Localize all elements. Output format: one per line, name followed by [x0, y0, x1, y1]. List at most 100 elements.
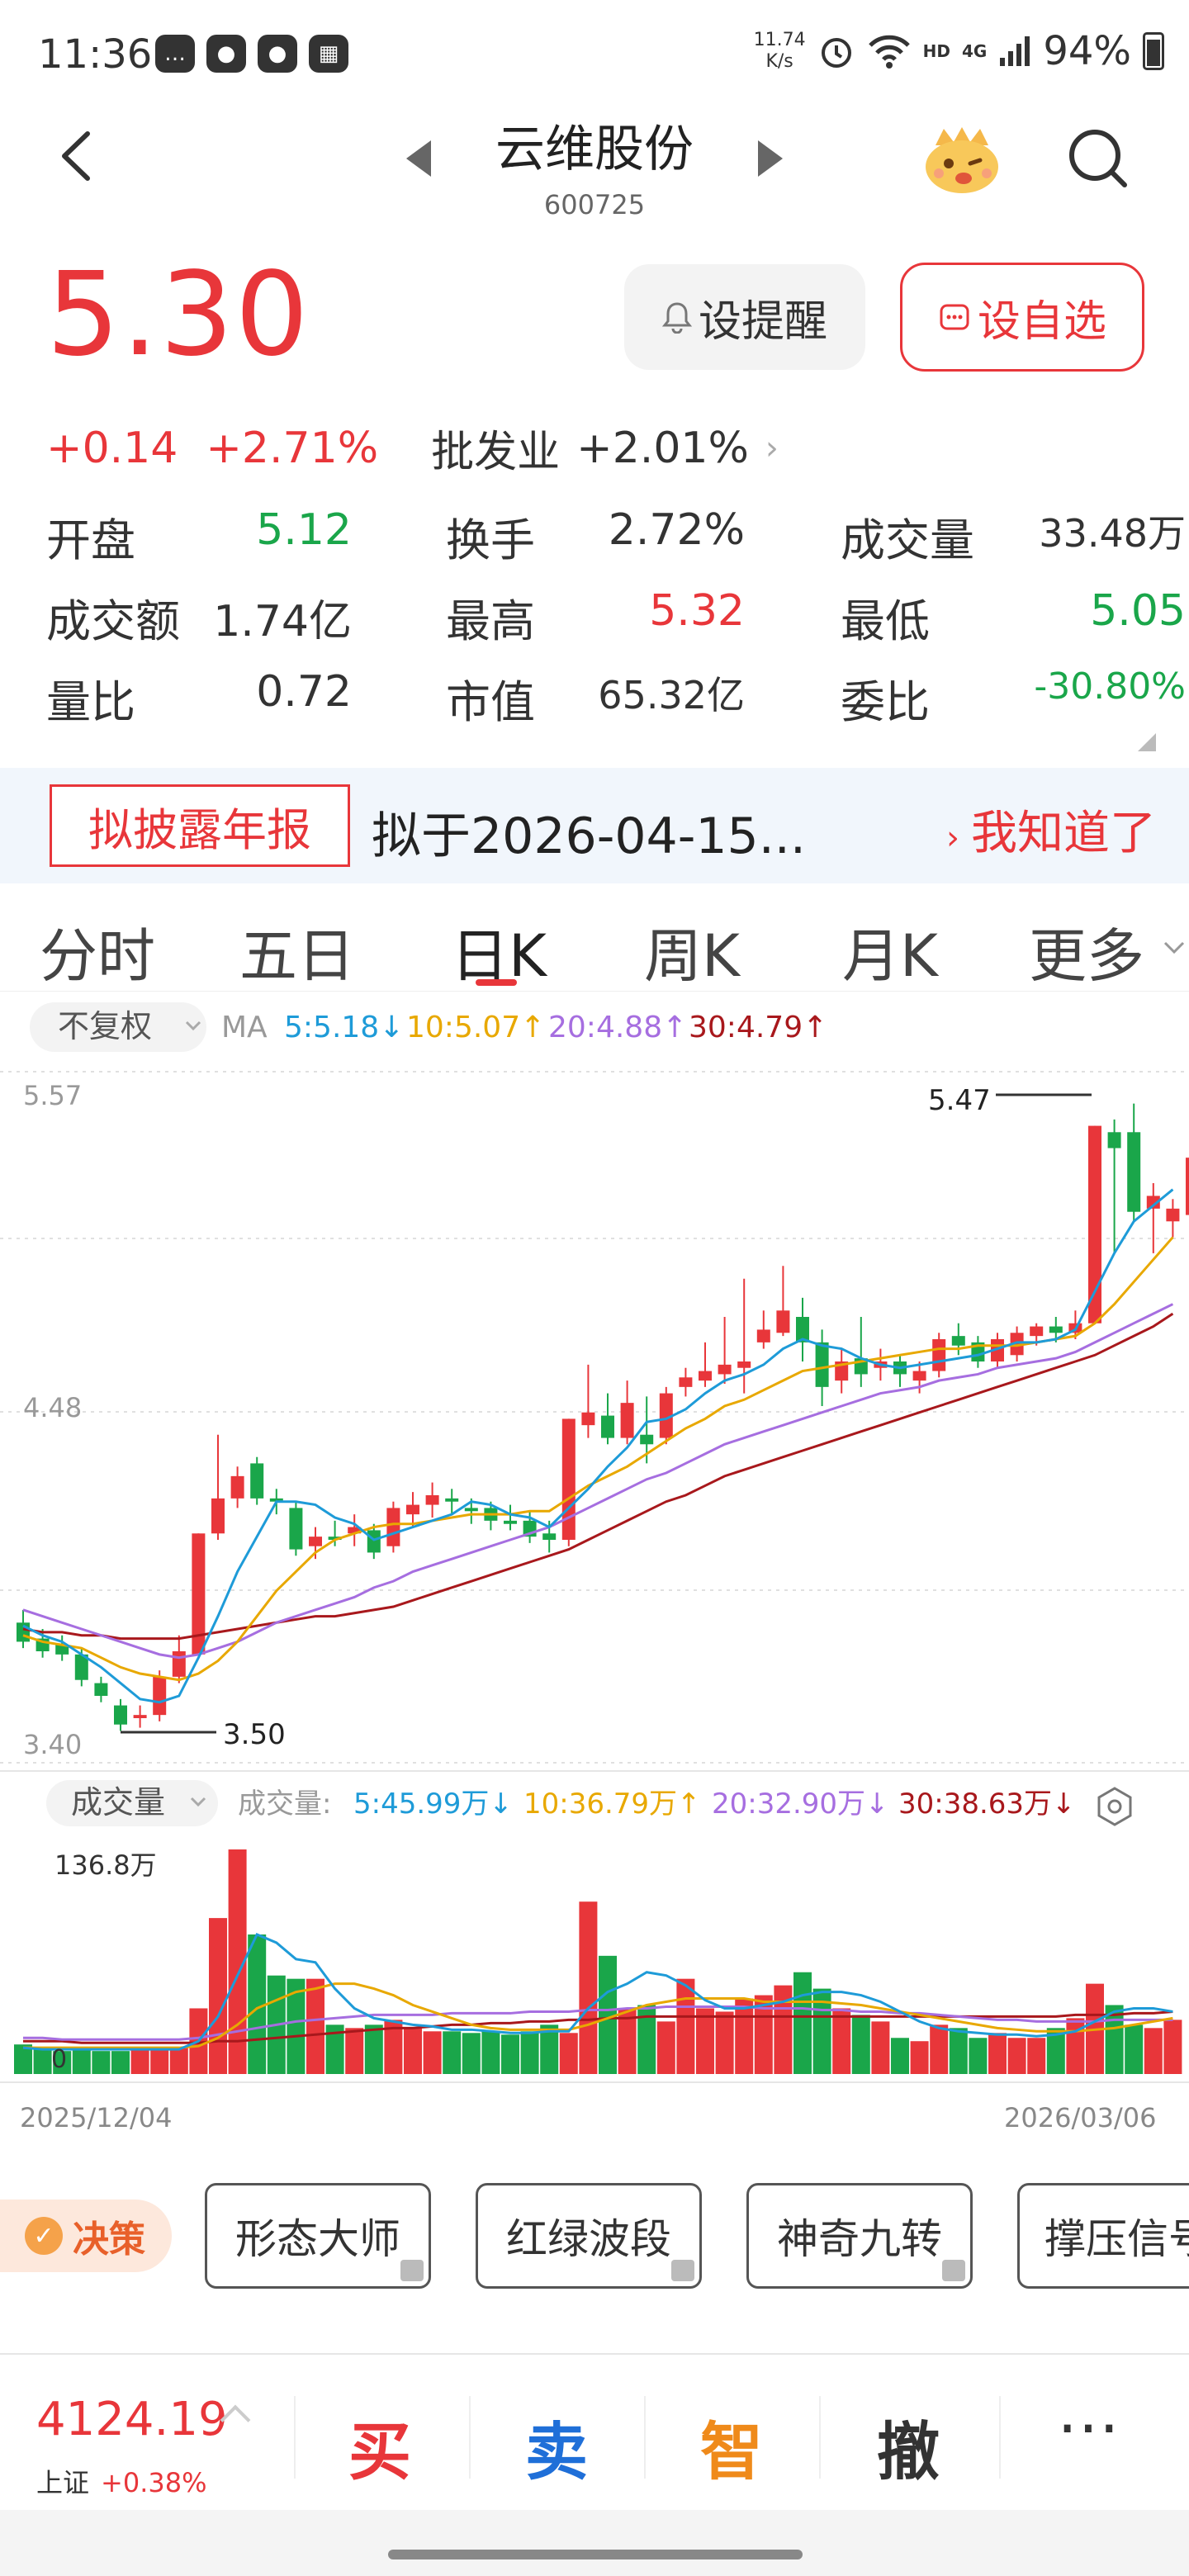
volume-bar — [404, 2028, 422, 2074]
add-favorite-button[interactable]: 设自选 — [900, 263, 1144, 372]
set-alert-button[interactable]: 设提醒 — [624, 264, 865, 370]
y-axis-bottom: 3.40 — [23, 1729, 82, 1760]
stats-row-2: 成交额 1.74亿 最高 5.32 最低 5.05 — [46, 585, 1186, 665]
sell-button[interactable]: 卖 — [525, 2401, 588, 2492]
hd-badge: HD — [922, 41, 950, 61]
volume-bar — [481, 2031, 500, 2074]
max-marker-label: 5.47 — [928, 1084, 991, 1117]
search-icon[interactable] — [1065, 125, 1131, 192]
candle — [951, 1336, 965, 1346]
stats-row-3: 量比 0.72 市值 65.32亿 委比 -30.80% — [46, 665, 1186, 746]
candle — [425, 1495, 439, 1505]
wechat-icon: ● — [206, 35, 246, 73]
tab-weekly-k[interactable]: 周K — [644, 910, 740, 993]
candle — [815, 1342, 829, 1387]
strategy-support-resistance[interactable]: 撑压信号 — [1017, 2183, 1189, 2289]
tab-more[interactable]: 更多 — [1029, 910, 1144, 993]
min-marker-label: 3.50 — [223, 1718, 286, 1751]
candle — [601, 1415, 614, 1438]
strategy-pattern-master[interactable]: 形态大师 — [205, 2183, 431, 2289]
chevron-down-icon[interactable] — [1163, 940, 1186, 956]
candle — [756, 1329, 770, 1342]
decision-button[interactable]: ✓ 决策 — [0, 2200, 172, 2272]
candle — [172, 1651, 186, 1677]
candle — [581, 1412, 595, 1426]
banner-dismiss-button[interactable]: › 我知道了 — [946, 796, 1156, 863]
volume-bar — [520, 2031, 539, 2074]
candle — [640, 1434, 654, 1445]
banner-text[interactable]: 拟于2026-04-15... — [372, 796, 806, 868]
strategy-red-green-wave[interactable]: 红绿波段 — [476, 2183, 702, 2289]
amount-label: 成交额 — [46, 595, 180, 647]
lock-icon — [400, 2260, 424, 2281]
turnover-label: 换手 — [446, 514, 535, 566]
vol-ma5-legend: 5:45.99万↓ — [353, 1788, 513, 1821]
volume-bar — [676, 1978, 695, 2074]
candle — [1186, 1158, 1189, 1215]
cancel-order-button[interactable]: 撤 — [877, 2401, 940, 2492]
home-indicator[interactable] — [388, 2550, 803, 2559]
index-change: +0.38% — [101, 2467, 207, 2498]
decision-icon: ✓ — [25, 2217, 63, 2255]
candle — [94, 1683, 108, 1696]
buy-button[interactable]: 买 — [348, 2401, 411, 2492]
volume-bar — [130, 2049, 149, 2074]
volume-bar — [462, 2033, 481, 2074]
volume-bar — [364, 2024, 383, 2074]
tab-monthly-k[interactable]: 月K — [842, 910, 938, 993]
industry-chevron-icon[interactable]: › — [765, 429, 779, 467]
candle — [464, 1508, 478, 1512]
tab-five-day[interactable]: 五日 — [239, 910, 355, 993]
candle — [1049, 1326, 1063, 1333]
volume-bar — [209, 1918, 227, 2074]
candle — [504, 1520, 517, 1524]
index-value[interactable]: 4124.19 — [36, 2393, 228, 2446]
stats-row-1: 开盘 5.12 换手 2.72% 成交量 33.48万 — [46, 504, 1186, 585]
industry-name[interactable]: 批发业 — [431, 417, 560, 479]
banner-dismiss-label: 我知道了 — [971, 807, 1156, 860]
next-stock-icon[interactable] — [758, 140, 783, 177]
volume-bar — [930, 2024, 949, 2074]
strategy-magic-nine[interactable]: 神奇九转 — [746, 2183, 973, 2289]
volume-bar — [169, 2048, 188, 2074]
vol-ratio-value: 0.72 — [256, 667, 352, 717]
candle — [542, 1533, 557, 1540]
stock-name: 云维股份 — [495, 121, 694, 178]
expand-corner-icon[interactable] — [1138, 733, 1156, 751]
industry-change[interactable]: +2.01% — [576, 424, 749, 473]
more-menu-icon[interactable]: ⋯ — [1057, 2389, 1120, 2463]
volume-bar — [248, 1934, 267, 2074]
candle — [561, 1418, 576, 1540]
divider — [294, 2396, 296, 2479]
message-icon: … — [155, 35, 195, 73]
tab-intraday[interactable]: 分时 — [40, 910, 155, 993]
kline-chart[interactable]: 不复权 MA 5:5.18↓ 10:5.07↑ 20:4.88↑ 30:4.79… — [0, 991, 1189, 2163]
period-tabs: 分时 五日 日K 周K 月K 更多 — [0, 892, 1189, 991]
candle — [211, 1498, 225, 1534]
volume-bar — [851, 2015, 870, 2074]
settings-icon[interactable] — [1097, 1787, 1132, 1826]
volume-bar — [969, 2038, 988, 2074]
ma20-legend: 20:4.88↑ — [548, 1011, 687, 1044]
volume-bar — [696, 2008, 714, 2074]
volume-bar — [111, 2051, 130, 2074]
smart-button[interactable]: 智 — [700, 2401, 763, 2492]
candle — [309, 1537, 322, 1546]
banner-tag: 拟披露年报 — [50, 784, 350, 867]
volume-bar — [579, 1901, 598, 2074]
candle — [776, 1310, 790, 1333]
low-label: 最低 — [841, 595, 930, 647]
volume-bar — [150, 2048, 169, 2074]
volume-prefix: 成交量: — [238, 1788, 331, 1821]
candle — [17, 1622, 30, 1642]
candle — [114, 1705, 127, 1725]
strategy-label: 红绿波段 — [506, 2215, 671, 2263]
candle — [386, 1508, 400, 1546]
stock-code: 600725 — [543, 189, 646, 220]
high-label: 最高 — [446, 595, 535, 647]
mascot-icon[interactable] — [921, 122, 1003, 197]
strategy-label: 形态大师 — [235, 2215, 400, 2263]
volume-bar — [891, 2038, 909, 2074]
volume-value: 33.48万 — [1039, 511, 1186, 556]
battery-percent: 94% — [1043, 28, 1131, 74]
